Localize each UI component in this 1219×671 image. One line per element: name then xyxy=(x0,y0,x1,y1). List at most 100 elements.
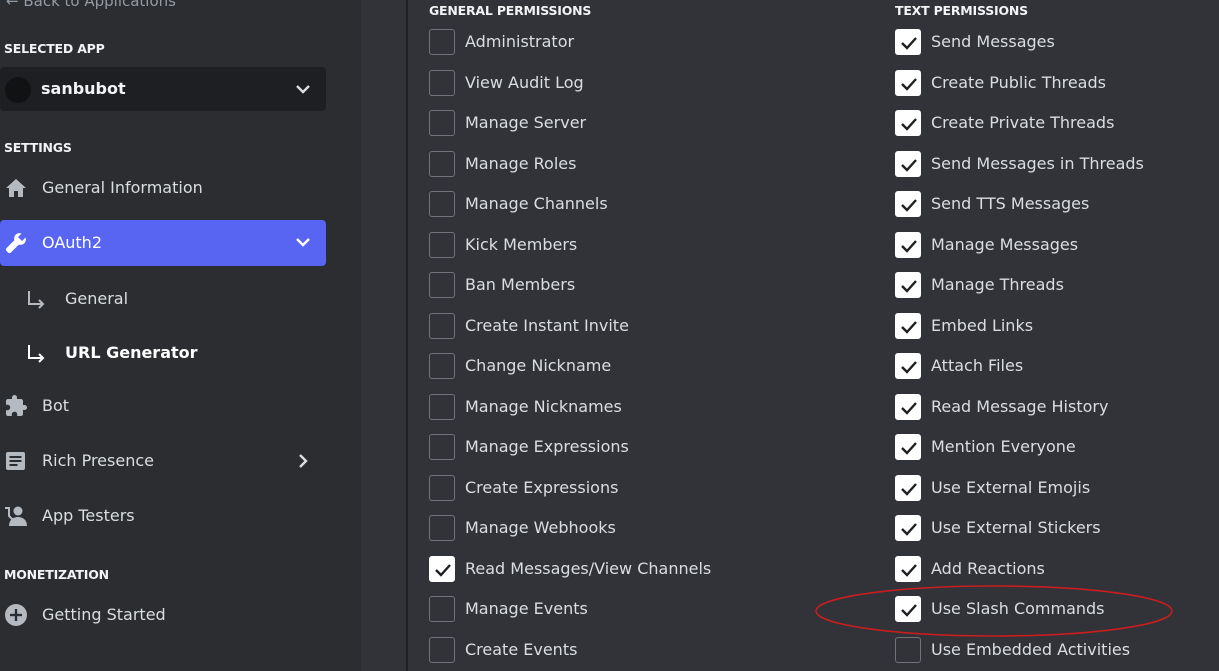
permission-checkbox[interactable] xyxy=(895,394,921,420)
permission-checkbox[interactable] xyxy=(429,70,455,96)
settings-label: SETTINGS xyxy=(4,140,72,155)
permission-checkbox[interactable] xyxy=(429,637,455,663)
permission-label: Manage Messages xyxy=(931,235,1079,254)
checkmark-icon xyxy=(901,321,917,334)
sidebar-item-rich-presence[interactable]: Rich Presence xyxy=(0,438,326,484)
permission-checkbox[interactable] xyxy=(429,313,455,339)
permission-label: Manage Channels xyxy=(465,194,608,213)
permission-label: Send Messages in Threads xyxy=(931,154,1144,173)
permission-checkbox[interactable] xyxy=(429,29,455,55)
checkmark-icon xyxy=(901,361,917,374)
sidebar-item-label: OAuth2 xyxy=(42,233,102,252)
permission-label: Use External Emojis xyxy=(931,478,1091,497)
permission-checkbox[interactable] xyxy=(429,596,455,622)
home-icon xyxy=(6,179,26,197)
chevron-down-icon xyxy=(296,238,310,247)
permission-label: Administrator xyxy=(465,32,575,51)
checkmark-icon xyxy=(901,483,917,496)
permission-label: View Audit Log xyxy=(465,73,584,92)
permission-label: Embed Links xyxy=(931,316,1034,335)
permission-label: Change Nickname xyxy=(465,356,612,375)
permission-label: Create Events xyxy=(465,640,578,659)
permission-checkbox[interactable] xyxy=(895,29,921,55)
permission-label: Send TTS Messages xyxy=(931,194,1090,213)
permission-checkbox[interactable] xyxy=(895,637,921,663)
permission-label: Add Reactions xyxy=(931,559,1045,578)
permission-label: Manage Server xyxy=(465,113,587,132)
subitem-arrow-icon xyxy=(28,291,45,309)
permission-label: Manage Webhooks xyxy=(465,518,616,537)
sidebar-subitem-general[interactable]: General xyxy=(0,280,326,320)
checkmark-icon xyxy=(901,280,917,293)
chevron-right-icon xyxy=(299,454,308,468)
checkmark-icon xyxy=(901,78,917,91)
permissions-panel: GENERAL PERMISSIONS TEXT PERMISSIONS Adm… xyxy=(408,0,1219,671)
permission-label: Manage Roles xyxy=(465,154,577,173)
sidebar-item-label: General xyxy=(65,289,129,308)
checkmark-icon xyxy=(435,564,451,577)
permission-checkbox[interactable] xyxy=(895,515,921,541)
checkmark-icon xyxy=(901,240,917,253)
permission-label: Read Messages/View Channels xyxy=(465,559,712,578)
permission-checkbox[interactable] xyxy=(895,191,921,217)
app-avatar xyxy=(5,77,31,103)
sidebar-item-label: URL Generator xyxy=(65,343,198,362)
permission-label: Manage Nicknames xyxy=(465,397,622,416)
checkmark-icon xyxy=(901,118,917,131)
back-to-applications-link[interactable]: ← Back to Applications xyxy=(6,0,176,10)
plus-circle-icon xyxy=(5,604,27,626)
user-icon xyxy=(5,506,27,526)
permission-checkbox[interactable] xyxy=(429,353,455,379)
checkmark-icon xyxy=(901,564,917,577)
permission-label: Read Message History xyxy=(931,397,1109,416)
permission-checkbox[interactable] xyxy=(895,272,921,298)
permission-checkbox[interactable] xyxy=(895,110,921,136)
checkmark-icon xyxy=(901,37,917,50)
permission-checkbox[interactable] xyxy=(429,110,455,136)
sidebar-item-label: Getting Started xyxy=(42,605,166,624)
app-selector[interactable]: sanbubot xyxy=(0,67,326,111)
permission-checkbox[interactable] xyxy=(429,151,455,177)
permission-checkbox[interactable] xyxy=(429,475,455,501)
permission-checkbox[interactable] xyxy=(429,394,455,420)
permission-label: Attach Files xyxy=(931,356,1024,375)
permission-checkbox[interactable] xyxy=(895,151,921,177)
permission-checkbox[interactable] xyxy=(895,313,921,339)
selected-app-label: SELECTED APP xyxy=(4,41,105,56)
permission-checkbox[interactable] xyxy=(895,556,921,582)
permission-checkbox[interactable] xyxy=(429,191,455,217)
permission-label: Use Embedded Activities xyxy=(931,640,1131,659)
permission-checkbox[interactable] xyxy=(895,353,921,379)
sidebar-item-getting-started[interactable]: Getting Started xyxy=(0,592,326,638)
general-permissions-header: GENERAL PERMISSIONS xyxy=(429,3,592,18)
app-name: sanbubot xyxy=(41,79,126,98)
permission-label: Ban Members xyxy=(465,275,576,294)
sidebar-item-label: Bot xyxy=(42,396,70,415)
sidebar-item-app-testers[interactable]: App Testers xyxy=(0,493,326,539)
sidebar-item-oauth2[interactable]: OAuth2 xyxy=(0,220,326,266)
sidebar-item-label: Rich Presence xyxy=(42,451,154,470)
checkmark-icon xyxy=(901,442,917,455)
chevron-down-icon xyxy=(296,85,310,94)
permission-checkbox[interactable] xyxy=(429,232,455,258)
permission-checkbox[interactable] xyxy=(895,475,921,501)
sidebar-item-general-information[interactable]: General Information xyxy=(0,165,326,211)
sidebar-item-label: App Testers xyxy=(42,506,135,525)
permission-label: Create Private Threads xyxy=(931,113,1115,132)
permission-checkbox[interactable] xyxy=(895,70,921,96)
permission-checkbox[interactable] xyxy=(429,556,455,582)
annotation-ellipse xyxy=(815,585,1173,637)
permission-checkbox[interactable] xyxy=(895,434,921,460)
permission-checkbox[interactable] xyxy=(429,515,455,541)
permission-checkbox[interactable] xyxy=(429,272,455,298)
permission-label: Manage Expressions xyxy=(465,437,629,456)
permission-checkbox[interactable] xyxy=(429,434,455,460)
sidebar: ← Back to Applications SELECTED APP sanb… xyxy=(0,0,361,671)
permission-label: Use External Stickers xyxy=(931,518,1101,537)
permission-checkbox[interactable] xyxy=(895,232,921,258)
sidebar-item-label: General Information xyxy=(42,178,203,197)
sidebar-subitem-url-generator[interactable]: URL Generator xyxy=(0,334,326,374)
permission-label: Mention Everyone xyxy=(931,437,1076,456)
checkmark-icon xyxy=(901,523,917,536)
sidebar-item-bot[interactable]: Bot xyxy=(0,383,326,429)
